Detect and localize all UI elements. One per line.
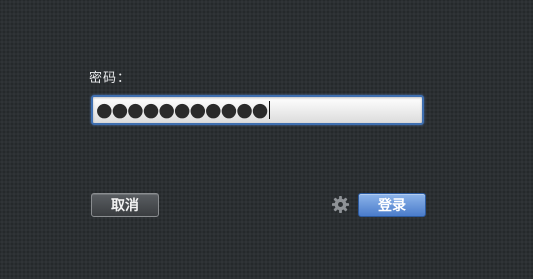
password-dots: ●●●●●●●●●●● [96, 98, 268, 121]
password-label: 密码： [89, 71, 132, 86]
text-caret [269, 101, 271, 119]
login-button[interactable]: 登录 [358, 193, 426, 217]
gear-icon[interactable] [331, 195, 350, 214]
password-field[interactable]: ●●●●●●●●●●● [91, 95, 424, 125]
cancel-button[interactable]: 取消 [91, 193, 159, 217]
